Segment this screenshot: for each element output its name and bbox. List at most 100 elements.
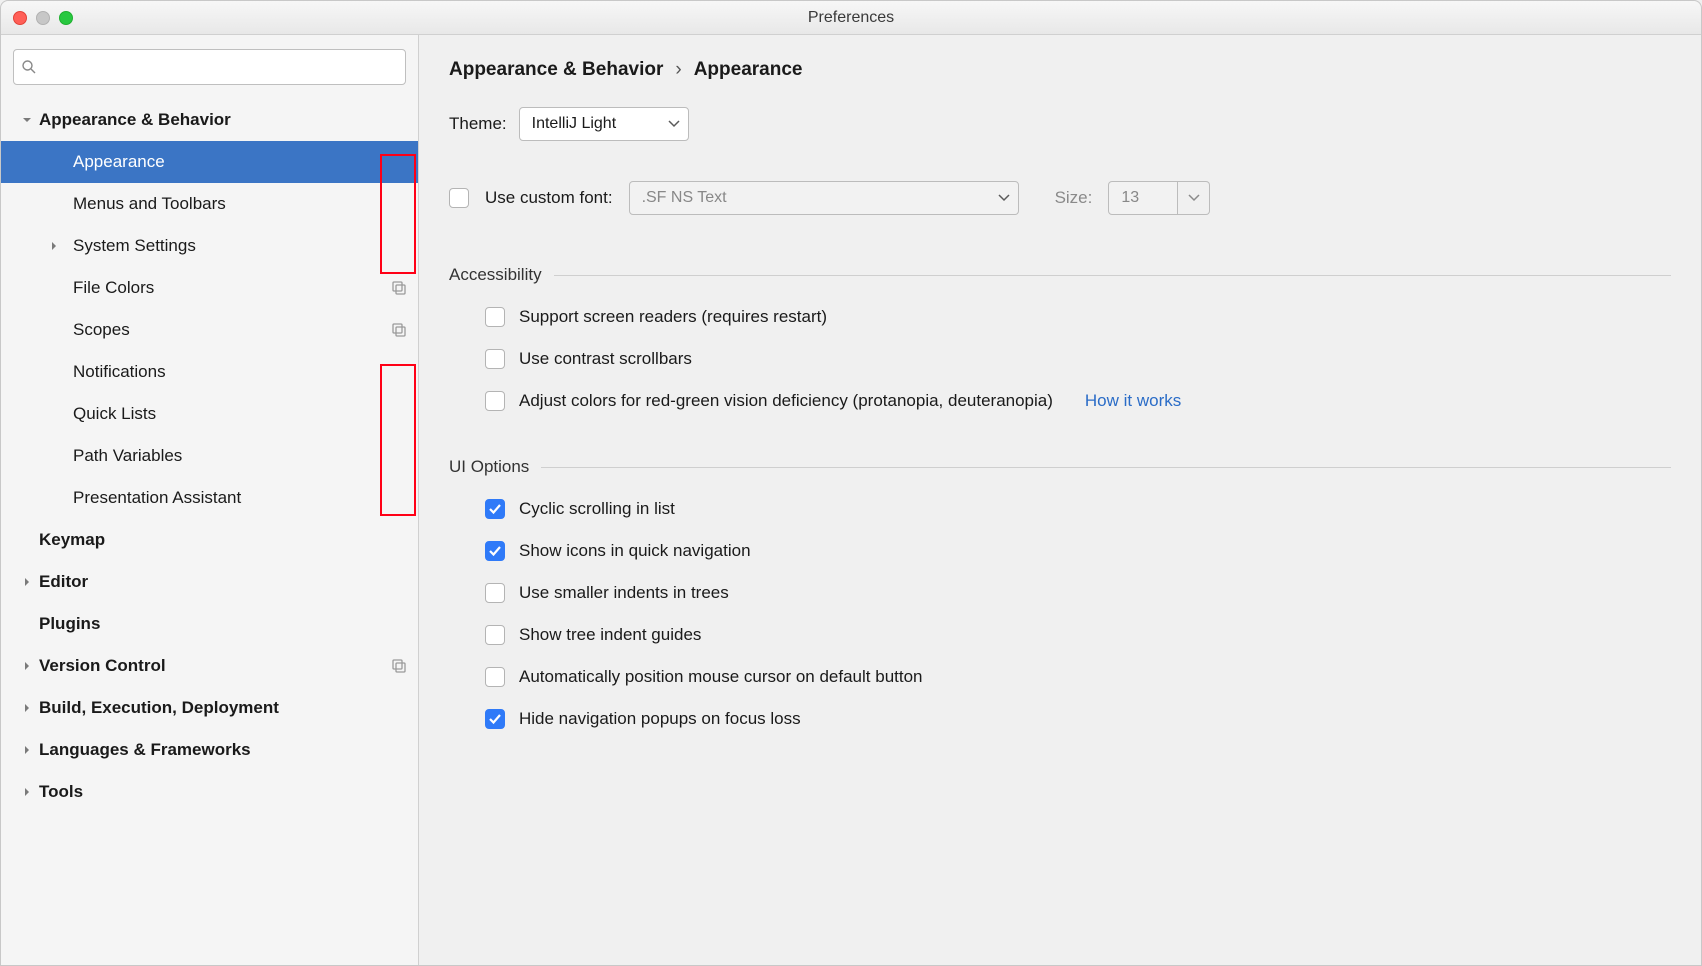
chevron-right-icon: › bbox=[675, 59, 681, 81]
size-input[interactable]: 13 bbox=[1108, 181, 1178, 215]
sidebar-item-keymap[interactable]: Keymap bbox=[1, 519, 418, 561]
chevron-right-icon bbox=[49, 236, 73, 256]
sidebar-item-presentation-assistant[interactable]: Presentation Assistant bbox=[1, 477, 418, 519]
chevron-down-icon bbox=[998, 189, 1010, 207]
breadcrumb-root: Appearance & Behavior bbox=[449, 59, 663, 81]
checkbox[interactable] bbox=[485, 625, 505, 645]
option-label: Show tree indent guides bbox=[519, 625, 701, 645]
chevron-down-icon bbox=[668, 115, 680, 133]
sidebar-item-label: Quick Lists bbox=[73, 404, 408, 424]
option-label: Automatically position mouse cursor on d… bbox=[519, 667, 923, 687]
theme-select[interactable]: IntelliJ Light bbox=[519, 107, 689, 141]
option-row: Support screen readers (requires restart… bbox=[485, 307, 1671, 327]
option-label: Support screen readers (requires restart… bbox=[519, 307, 827, 327]
sidebar-item-label: Plugins bbox=[39, 614, 408, 634]
minimize-button[interactable] bbox=[36, 11, 50, 25]
chevron-right-icon bbox=[19, 574, 35, 590]
ui-options-section-title: UI Options bbox=[449, 457, 1671, 477]
sidebar-item-menus-and-toolbars[interactable]: Menus and Toolbars bbox=[1, 183, 418, 225]
sidebar-item-quick-lists[interactable]: Quick Lists bbox=[1, 393, 418, 435]
option-row: Use contrast scrollbars bbox=[485, 349, 1671, 369]
option-row: Cyclic scrolling in list bbox=[485, 499, 1671, 519]
checkbox[interactable] bbox=[485, 499, 505, 519]
sidebar-item-label: Tools bbox=[39, 782, 408, 802]
project-level-icon bbox=[390, 321, 408, 339]
sidebar-item-label: Keymap bbox=[39, 530, 408, 550]
sidebar-item-label: Scopes bbox=[73, 320, 390, 340]
checkbox[interactable] bbox=[485, 541, 505, 561]
option-label: Show icons in quick navigation bbox=[519, 541, 751, 561]
checkbox[interactable] bbox=[485, 307, 505, 327]
settings-tree: Appearance & Behavior Appearance Menus and… bbox=[1, 95, 418, 965]
sidebar-item-label: Menus and Toolbars bbox=[73, 194, 408, 214]
sidebar-item-label: File Colors bbox=[73, 278, 390, 298]
theme-value: IntelliJ Light bbox=[532, 115, 617, 133]
close-button[interactable] bbox=[13, 11, 27, 25]
option-row: Hide navigation popups on focus loss bbox=[485, 709, 1671, 729]
how-it-works-link[interactable]: How it works bbox=[1085, 391, 1181, 411]
sidebar-item-file-colors[interactable]: File Colors bbox=[1, 267, 418, 309]
option-label: Use contrast scrollbars bbox=[519, 349, 692, 369]
sidebar-item-label: Build, Execution, Deployment bbox=[39, 698, 408, 718]
sidebar-item-plugins[interactable]: Plugins bbox=[1, 603, 418, 645]
font-select[interactable]: .SF NS Text bbox=[629, 181, 1019, 215]
use-custom-font-label: Use custom font: bbox=[485, 188, 613, 208]
checkbox[interactable] bbox=[485, 667, 505, 687]
arrow-spacer bbox=[19, 532, 35, 548]
project-level-icon bbox=[390, 657, 408, 675]
option-label: Adjust colors for red-green vision defic… bbox=[519, 391, 1053, 411]
option-row: Use smaller indents in trees bbox=[485, 583, 1671, 603]
option-label: Hide navigation popups on focus loss bbox=[519, 709, 801, 729]
titlebar: Preferences bbox=[1, 1, 1701, 35]
size-value: 13 bbox=[1121, 189, 1139, 207]
option-label: Cyclic scrolling in list bbox=[519, 499, 675, 519]
sidebar-item-languages-frameworks[interactable]: Languages & Frameworks bbox=[1, 729, 418, 771]
sidebar-item-version-control[interactable]: Version Control bbox=[1, 645, 418, 687]
project-level-icon bbox=[390, 279, 408, 297]
chevron-right-icon bbox=[19, 658, 35, 674]
sidebar-item-notifications[interactable]: Notifications bbox=[1, 351, 418, 393]
search-icon bbox=[21, 58, 39, 76]
sidebar-item-path-variables[interactable]: Path Variables bbox=[1, 435, 418, 477]
arrow-spacer bbox=[19, 616, 35, 632]
sidebar-item-tools[interactable]: Tools bbox=[1, 771, 418, 813]
chevron-right-icon bbox=[19, 742, 35, 758]
accessibility-section-title: Accessibility bbox=[449, 265, 1671, 285]
search-input[interactable] bbox=[13, 49, 406, 85]
theme-label: Theme: bbox=[449, 114, 507, 134]
main-panel: Appearance & Behavior › Appearance Theme… bbox=[419, 35, 1701, 965]
sidebar-item-editor[interactable]: Editor bbox=[1, 561, 418, 603]
chevron-right-icon bbox=[19, 700, 35, 716]
checkbox[interactable] bbox=[485, 583, 505, 603]
sidebar-item-label: Editor bbox=[39, 572, 408, 592]
sidebar-item-label: Appearance bbox=[73, 152, 408, 172]
checkbox[interactable] bbox=[485, 349, 505, 369]
sidebar-item-system-settings[interactable]: System Settings bbox=[1, 225, 418, 267]
sidebar-item-appearance[interactable]: Appearance bbox=[1, 141, 418, 183]
ui-options: Cyclic scrolling in list Show icons in qu… bbox=[449, 499, 1671, 729]
window-controls bbox=[13, 11, 73, 25]
breadcrumb-current: Appearance bbox=[694, 59, 803, 81]
font-value: .SF NS Text bbox=[642, 189, 727, 207]
chevron-down-icon bbox=[19, 112, 35, 128]
option-label: Use smaller indents in trees bbox=[519, 583, 729, 603]
sidebar-item-label: Notifications bbox=[73, 362, 408, 382]
size-dropdown-button[interactable] bbox=[1178, 181, 1210, 215]
sidebar: Appearance & Behavior Appearance Menus and… bbox=[1, 35, 419, 965]
sidebar-item-label: Version Control bbox=[39, 656, 390, 676]
window-title: Preferences bbox=[808, 9, 894, 27]
breadcrumb: Appearance & Behavior › Appearance bbox=[449, 59, 1671, 81]
sidebar-item-build-execution-deployment[interactable]: Build, Execution, Deployment bbox=[1, 687, 418, 729]
accessibility-options: Support screen readers (requires restart… bbox=[449, 307, 1671, 411]
checkbox[interactable] bbox=[485, 391, 505, 411]
use-custom-font-checkbox[interactable] bbox=[449, 188, 469, 208]
option-row: Adjust colors for red-green vision defic… bbox=[485, 391, 1671, 411]
sidebar-item-appearance-behavior[interactable]: Appearance & Behavior bbox=[1, 99, 418, 141]
checkbox[interactable] bbox=[485, 709, 505, 729]
option-row: Show icons in quick navigation bbox=[485, 541, 1671, 561]
sidebar-item-scopes[interactable]: Scopes bbox=[1, 309, 418, 351]
content: Appearance & Behavior Appearance Menus and… bbox=[1, 35, 1701, 965]
maximize-button[interactable] bbox=[59, 11, 73, 25]
preferences-window: Preferences Appearance & BehaviorAppeara… bbox=[0, 0, 1702, 966]
sidebar-item-label: Appearance & Behavior bbox=[39, 110, 408, 130]
